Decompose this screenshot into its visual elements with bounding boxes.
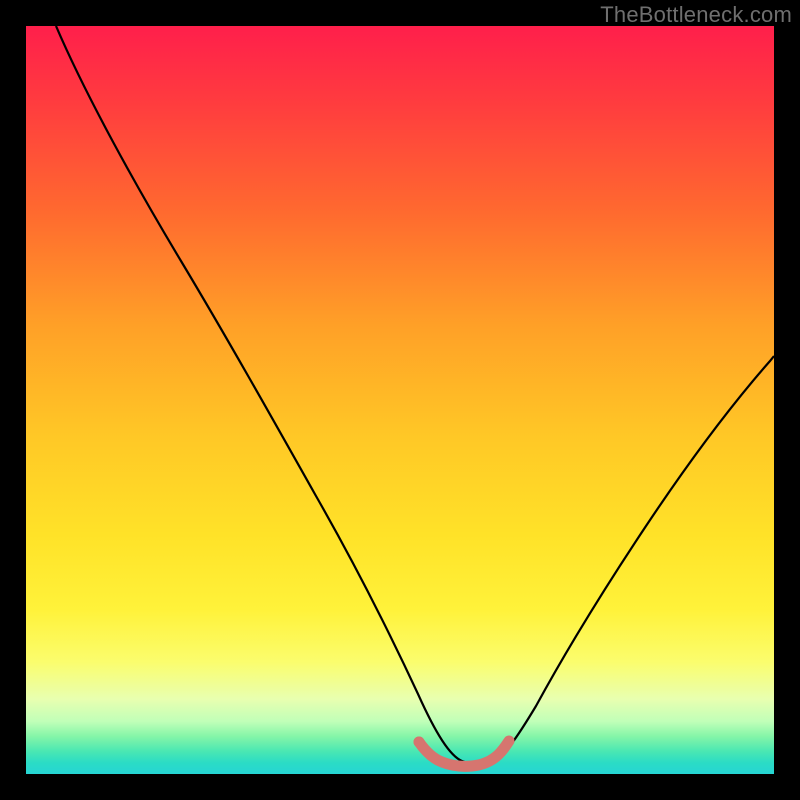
bottleneck-curve bbox=[56, 26, 774, 765]
watermark-text: TheBottleneck.com bbox=[600, 2, 792, 28]
flat-highlight bbox=[419, 741, 509, 766]
chart-frame: TheBottleneck.com bbox=[0, 0, 800, 800]
curve-layer bbox=[26, 26, 774, 774]
plot-area bbox=[26, 26, 774, 774]
highlight-start-dot bbox=[414, 737, 425, 748]
